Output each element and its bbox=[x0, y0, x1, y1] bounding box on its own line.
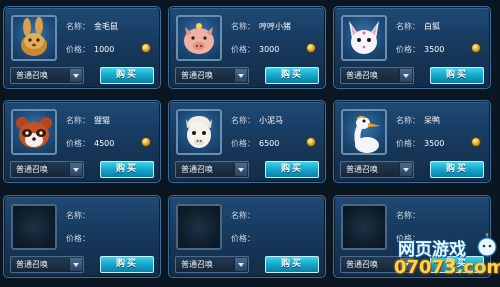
summon-type-select[interactable]: 普通召唤 bbox=[340, 67, 414, 84]
mascot-icon bbox=[477, 233, 497, 257]
buy-button[interactable]: 购买 bbox=[430, 161, 484, 178]
pet-card-alpaca: 名称： 小泥马 价格： 6500 普通召唤 购买 bbox=[168, 100, 326, 183]
pet-name-label: 名称： 小泥马 bbox=[231, 116, 283, 125]
pet-card-squirrel: 名称： 金毛鼠 价格： 1000 普通召唤 购买 bbox=[3, 6, 161, 89]
chevron-down-icon[interactable] bbox=[69, 163, 82, 176]
chevron-down-icon[interactable] bbox=[234, 258, 247, 271]
pet-name-label: 名称： 哼哼小猪 bbox=[231, 22, 291, 31]
pet-card-pig: 名称： 哼哼小猪 价格： 3000 普通召唤 购买 bbox=[168, 6, 326, 89]
buy-button[interactable]: 购买 bbox=[265, 256, 319, 273]
chevron-down-icon[interactable] bbox=[399, 69, 412, 82]
summon-type-select[interactable]: 普通召唤 bbox=[175, 161, 249, 178]
pet-name-label: 名称： 狸猫 bbox=[66, 116, 110, 125]
chevron-down-icon[interactable] bbox=[399, 163, 412, 176]
buy-button[interactable]: 购买 bbox=[430, 67, 484, 84]
raccoon-portrait[interactable] bbox=[11, 109, 57, 155]
summon-type-select[interactable]: 普通召唤 bbox=[175, 256, 249, 273]
empty-slot[interactable] bbox=[11, 204, 57, 250]
gold-coin-icon bbox=[141, 137, 151, 147]
pet-price-label: 价格： 6500 bbox=[231, 139, 280, 148]
pet-name-label: 名称： bbox=[231, 211, 255, 220]
fox-portrait[interactable] bbox=[341, 15, 387, 61]
pet-card-raccoon: 名称： 狸猫 价格： 4500 普通召唤 购买 bbox=[3, 100, 161, 183]
goose-portrait[interactable] bbox=[341, 109, 387, 155]
summon-type-select[interactable]: 普通召唤 bbox=[10, 161, 84, 178]
pet-price-label: 价格： 3500 bbox=[396, 45, 445, 54]
pet-price-label: 价格： bbox=[66, 234, 90, 243]
pet-price-label: 价格： 3000 bbox=[231, 45, 280, 54]
chevron-down-icon[interactable] bbox=[69, 69, 82, 82]
site-watermark: 网页游戏 07073.com bbox=[394, 233, 500, 287]
buy-button[interactable]: 购买 bbox=[100, 161, 154, 178]
pet-card-goose: 名称： 呆鸭 价格： 3500 普通召唤 购买 bbox=[333, 100, 491, 183]
gold-coin-icon bbox=[306, 43, 316, 53]
buy-button[interactable]: 购买 bbox=[265, 161, 319, 178]
pet-price-label: 价格： 1000 bbox=[66, 45, 115, 54]
pet-name-label: 名称： bbox=[66, 211, 90, 220]
gold-coin-icon bbox=[141, 43, 151, 53]
pet-price-label: 价格： 4500 bbox=[66, 139, 115, 148]
buy-button[interactable]: 购买 bbox=[100, 256, 154, 273]
summon-type-select[interactable]: 普通召唤 bbox=[175, 67, 249, 84]
pet-name-label: 名称： 呆鸭 bbox=[396, 116, 440, 125]
pet-name-label: 名称： bbox=[396, 211, 420, 220]
gold-coin-icon bbox=[306, 137, 316, 147]
pet-price-label: 价格： 3500 bbox=[396, 139, 445, 148]
alpaca-portrait[interactable] bbox=[176, 109, 222, 155]
summon-type-select[interactable]: 普通召唤 bbox=[10, 256, 84, 273]
gold-coin-icon bbox=[471, 43, 481, 53]
pet-card-empty: 名称： 价格： 普通召唤 购买 bbox=[3, 195, 161, 278]
chevron-down-icon[interactable] bbox=[69, 258, 82, 271]
pet-card-fox: 名称： 白狐 价格： 3500 普通召唤 购买 bbox=[333, 6, 491, 89]
pet-card-empty: 名称： 价格： 普通召唤 购买 bbox=[168, 195, 326, 278]
pet-price-label: 价格： bbox=[231, 234, 255, 243]
pet-name-label: 名称： 金毛鼠 bbox=[66, 22, 118, 31]
chevron-down-icon[interactable] bbox=[234, 69, 247, 82]
summon-type-select[interactable]: 普通召唤 bbox=[340, 161, 414, 178]
squirrel-portrait[interactable] bbox=[11, 15, 57, 61]
pet-name-label: 名称： 白狐 bbox=[396, 22, 440, 31]
empty-slot[interactable] bbox=[341, 204, 387, 250]
summon-type-select[interactable]: 普通召唤 bbox=[10, 67, 84, 84]
buy-button[interactable]: 购买 bbox=[100, 67, 154, 84]
empty-slot[interactable] bbox=[176, 204, 222, 250]
gold-coin-icon bbox=[471, 137, 481, 147]
buy-button[interactable]: 购买 bbox=[265, 67, 319, 84]
pig-portrait[interactable] bbox=[176, 15, 222, 61]
watermark-url: 07073.com bbox=[394, 257, 500, 278]
chevron-down-icon[interactable] bbox=[234, 163, 247, 176]
